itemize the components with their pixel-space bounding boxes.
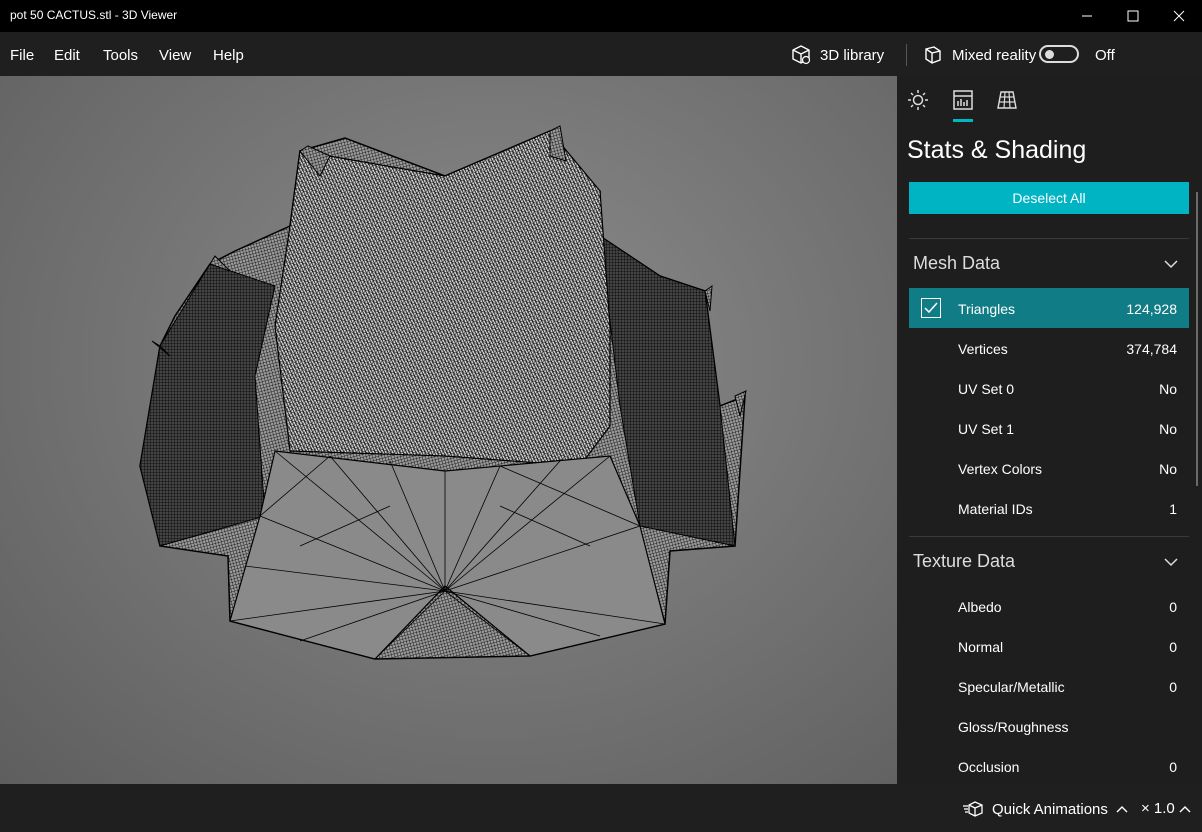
row-label: Occlusion	[958, 759, 1020, 775]
row-value: No	[1159, 461, 1177, 477]
mesh-row-material-ids[interactable]: Material IDs 1	[909, 488, 1189, 528]
animation-speed-button[interactable]: × 1.0	[1141, 800, 1191, 817]
active-tab-indicator	[953, 119, 973, 122]
mixed-reality-label: Mixed reality	[952, 46, 1037, 64]
menu-bar: File Edit Tools View Help 3D library Mix…	[0, 32, 1202, 76]
mesh-row-vertices[interactable]: Vertices 374,784	[909, 328, 1189, 368]
maximize-button[interactable]	[1110, 0, 1156, 32]
chevron-up-icon	[1116, 806, 1128, 813]
chevron-down-icon[interactable]	[1163, 256, 1179, 272]
minimize-button[interactable]	[1064, 0, 1110, 32]
stats-chart-icon	[953, 90, 973, 110]
row-label: Triangles	[958, 301, 1016, 317]
row-value: 0	[1169, 599, 1177, 615]
tab-grid[interactable]	[995, 88, 1019, 112]
row-value: No	[1159, 421, 1177, 437]
row-label: UV Set 0	[958, 381, 1015, 397]
row-label: Vertices	[958, 341, 1008, 357]
mixed-reality-toggle[interactable]	[1039, 45, 1079, 63]
row-value: No	[1159, 381, 1177, 397]
mesh-data-header[interactable]: Mesh Data	[913, 253, 1000, 274]
mixed-reality-state: Off	[1095, 47, 1115, 64]
row-label: Gloss/Roughness	[958, 719, 1069, 735]
quick-animations-label: Quick Animations	[992, 800, 1108, 818]
check-icon	[924, 302, 938, 314]
grid-icon	[997, 91, 1017, 109]
row-value: 0	[1169, 639, 1177, 655]
mesh-row-triangles[interactable]: Triangles 124,928	[909, 288, 1189, 328]
toggle-knob	[1045, 50, 1054, 59]
sun-icon	[908, 90, 928, 110]
triangles-checkbox[interactable]	[921, 298, 941, 318]
panel-title: Stats & Shading	[907, 136, 1087, 164]
row-value: 124,928	[1126, 301, 1177, 317]
row-label: Vertex Colors	[958, 461, 1043, 477]
menu-file[interactable]: File	[10, 47, 34, 64]
deselect-all-button[interactable]: Deselect All	[909, 182, 1189, 214]
window-title: pot 50 CACTUS.stl - 3D Viewer	[10, 8, 178, 22]
menu-edit[interactable]: Edit	[54, 47, 80, 64]
speed-label: × 1.0	[1141, 800, 1175, 817]
divider	[909, 238, 1189, 239]
texture-row-gloss-roughness[interactable]: Gloss/Roughness	[909, 706, 1189, 746]
close-button[interactable]	[1156, 0, 1202, 32]
title-bar: pot 50 CACTUS.stl - 3D Viewer	[0, 0, 1202, 32]
tab-lighting[interactable]	[906, 88, 930, 112]
texture-row-albedo[interactable]: Albedo 0	[909, 586, 1189, 626]
menu-tools[interactable]: Tools	[103, 47, 138, 64]
wireframe-model[interactable]	[0, 76, 897, 784]
toolbar-separator	[906, 44, 907, 66]
cube-icon	[792, 45, 811, 65]
menu-view[interactable]: View	[159, 47, 191, 64]
3d-library-label: 3D library	[820, 46, 885, 64]
mixed-reality-icon	[925, 46, 941, 64]
texture-data-header[interactable]: Texture Data	[913, 551, 1015, 572]
row-label: Material IDs	[958, 501, 1033, 517]
3d-viewport[interactable]	[0, 76, 897, 784]
mesh-row-uv-set-1[interactable]: UV Set 1 No	[909, 408, 1189, 448]
menu-help[interactable]: Help	[213, 47, 244, 64]
row-value: 0	[1169, 759, 1177, 775]
row-label: UV Set 1	[958, 421, 1015, 437]
row-label: Normal	[958, 639, 1004, 655]
quick-animations-button[interactable]: Quick Animations	[962, 800, 1128, 818]
panel-scrollbar[interactable]	[1196, 192, 1198, 486]
tab-stats-shading[interactable]	[951, 88, 975, 112]
texture-row-normal[interactable]: Normal 0	[909, 626, 1189, 666]
stats-panel: Stats & Shading Deselect All Mesh Data T…	[897, 76, 1202, 784]
chevron-up-icon	[1179, 805, 1191, 812]
row-value: 1	[1169, 501, 1177, 517]
mesh-row-vertex-colors[interactable]: Vertex Colors No	[909, 448, 1189, 488]
texture-row-occlusion[interactable]: Occlusion 0	[909, 746, 1189, 784]
mesh-row-uv-set-0[interactable]: UV Set 0 No	[909, 368, 1189, 408]
animation-cube-icon	[963, 801, 983, 817]
texture-row-specular-metallic[interactable]: Specular/Metallic 0	[909, 666, 1189, 706]
close-icon	[1173, 10, 1185, 22]
3d-library-button[interactable]: 3D library	[790, 43, 884, 67]
minimize-icon	[1082, 15, 1092, 17]
maximize-icon	[1127, 10, 1139, 22]
chevron-down-icon[interactable]	[1163, 554, 1179, 570]
divider	[909, 536, 1189, 537]
mixed-reality-button[interactable]: Mixed reality	[922, 43, 1036, 67]
row-value: 0	[1169, 679, 1177, 695]
row-label: Specular/Metallic	[958, 679, 1065, 695]
row-label: Albedo	[958, 599, 1002, 615]
status-bar: Quick Animations × 1.0	[0, 784, 1202, 832]
row-value: 374,784	[1126, 341, 1177, 357]
